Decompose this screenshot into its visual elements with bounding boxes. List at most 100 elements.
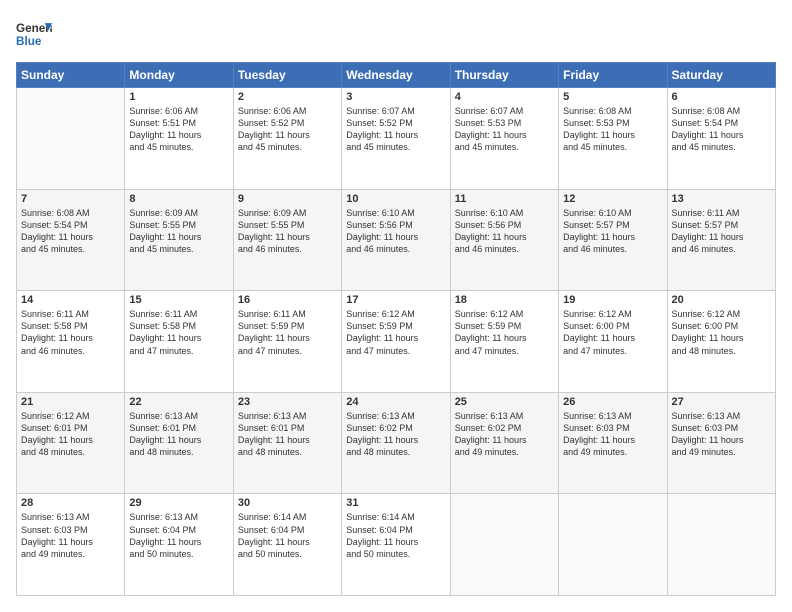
- day-info: Sunrise: 6:13 AM Sunset: 6:02 PM Dayligh…: [455, 410, 554, 459]
- calendar-day: 14Sunrise: 6:11 AM Sunset: 5:58 PM Dayli…: [17, 291, 125, 393]
- day-number: 9: [238, 193, 337, 205]
- calendar-week-4: 21 Sunrise: 6:12 AM Sunset: 6:01 PM Dayli…: [17, 392, 776, 494]
- calendar-day: 6Sunrise: 6:08 AM Sunset: 5:54 PM Daylig…: [667, 88, 775, 190]
- day-info: Sunrise: 6:13 AM Sunset: 6:03 PM Dayligh…: [21, 511, 120, 560]
- day-number: 8: [129, 193, 228, 205]
- day-info: Sunrise: 6:10 AM Sunset: 5:57 PM Dayligh…: [563, 207, 662, 256]
- day-number: 17: [346, 294, 445, 306]
- day-number: 30: [238, 497, 337, 509]
- calendar-header-tuesday: Tuesday: [233, 63, 341, 88]
- day-number: 31: [346, 497, 445, 509]
- day-info: Sunrise: 6:13 AM Sunset: 6:04 PM Dayligh…: [129, 511, 228, 560]
- day-number: 3: [346, 91, 445, 103]
- calendar-day: 31 Sunrise: 6:14 AM Sunset: 6:04 PM Dayli…: [342, 494, 450, 596]
- day-info: Sunrise: 6:12 AM Sunset: 6:01 PM Dayligh…: [21, 410, 120, 459]
- calendar-header-monday: Monday: [125, 63, 233, 88]
- day-info: Sunrise: 6:13 AM Sunset: 6:03 PM Dayligh…: [563, 410, 662, 459]
- day-number: 2: [238, 91, 337, 103]
- calendar-day: [17, 88, 125, 190]
- logo-icon: General Blue: [16, 16, 52, 52]
- calendar-day: 21 Sunrise: 6:12 AM Sunset: 6:01 PM Dayli…: [17, 392, 125, 494]
- calendar-day: 7 Sunrise: 6:08 AM Sunset: 5:54 PM Daylig…: [17, 189, 125, 291]
- calendar-header-thursday: Thursday: [450, 63, 558, 88]
- calendar-header-friday: Friday: [559, 63, 667, 88]
- calendar-header-saturday: Saturday: [667, 63, 775, 88]
- day-info: Sunrise: 6:12 AM Sunset: 6:00 PM Dayligh…: [563, 308, 662, 357]
- day-info: Sunrise: 6:06 AM Sunset: 5:52 PM Dayligh…: [238, 105, 337, 154]
- day-number: 12: [563, 193, 662, 205]
- day-number: 18: [455, 294, 554, 306]
- calendar-day: 15 Sunrise: 6:11 AM Sunset: 5:58 PM Dayli…: [125, 291, 233, 393]
- calendar-day: 16Sunrise: 6:11 AM Sunset: 5:59 PM Dayli…: [233, 291, 341, 393]
- day-number: 10: [346, 193, 445, 205]
- day-info: Sunrise: 6:13 AM Sunset: 6:01 PM Dayligh…: [238, 410, 337, 459]
- day-number: 15: [129, 294, 228, 306]
- calendar-day: 27Sunrise: 6:13 AM Sunset: 6:03 PM Dayli…: [667, 392, 775, 494]
- calendar-day: 9 Sunrise: 6:09 AM Sunset: 5:55 PM Daylig…: [233, 189, 341, 291]
- day-number: 11: [455, 193, 554, 205]
- calendar-day: 3 Sunrise: 6:07 AM Sunset: 5:52 PM Daylig…: [342, 88, 450, 190]
- day-info: Sunrise: 6:07 AM Sunset: 5:52 PM Dayligh…: [346, 105, 445, 154]
- day-info: Sunrise: 6:08 AM Sunset: 5:54 PM Dayligh…: [21, 207, 120, 256]
- day-info: Sunrise: 6:12 AM Sunset: 6:00 PM Dayligh…: [672, 308, 771, 357]
- calendar-week-5: 28 Sunrise: 6:13 AM Sunset: 6:03 PM Dayli…: [17, 494, 776, 596]
- calendar-day: 22 Sunrise: 6:13 AM Sunset: 6:01 PM Dayli…: [125, 392, 233, 494]
- day-number: 28: [21, 497, 120, 509]
- day-number: 24: [346, 396, 445, 408]
- day-info: Sunrise: 6:09 AM Sunset: 5:55 PM Dayligh…: [238, 207, 337, 256]
- logo: General Blue: [16, 16, 56, 52]
- day-number: 19: [563, 294, 662, 306]
- day-info: Sunrise: 6:11 AM Sunset: 5:57 PM Dayligh…: [672, 207, 771, 256]
- day-number: 4: [455, 91, 554, 103]
- calendar-day: 29 Sunrise: 6:13 AM Sunset: 6:04 PM Dayli…: [125, 494, 233, 596]
- day-info: Sunrise: 6:08 AM Sunset: 5:53 PM Dayligh…: [563, 105, 662, 154]
- header: General Blue: [16, 16, 776, 52]
- calendar-day: 10 Sunrise: 6:10 AM Sunset: 5:56 PM Dayli…: [342, 189, 450, 291]
- calendar-week-2: 7 Sunrise: 6:08 AM Sunset: 5:54 PM Daylig…: [17, 189, 776, 291]
- calendar-day: 1 Sunrise: 6:06 AM Sunset: 5:51 PM Daylig…: [125, 88, 233, 190]
- calendar-day: 28 Sunrise: 6:13 AM Sunset: 6:03 PM Dayli…: [17, 494, 125, 596]
- day-number: 25: [455, 396, 554, 408]
- page: General Blue SundayMondayTuesdayWednesda…: [0, 0, 792, 612]
- day-info: Sunrise: 6:09 AM Sunset: 5:55 PM Dayligh…: [129, 207, 228, 256]
- day-number: 7: [21, 193, 120, 205]
- day-info: Sunrise: 6:13 AM Sunset: 6:02 PM Dayligh…: [346, 410, 445, 459]
- calendar-header-row: SundayMondayTuesdayWednesdayThursdayFrid…: [17, 63, 776, 88]
- day-info: Sunrise: 6:12 AM Sunset: 5:59 PM Dayligh…: [455, 308, 554, 357]
- calendar-day: 4 Sunrise: 6:07 AM Sunset: 5:53 PM Daylig…: [450, 88, 558, 190]
- day-number: 20: [672, 294, 771, 306]
- day-info: Sunrise: 6:06 AM Sunset: 5:51 PM Dayligh…: [129, 105, 228, 154]
- calendar-week-3: 14Sunrise: 6:11 AM Sunset: 5:58 PM Dayli…: [17, 291, 776, 393]
- day-info: Sunrise: 6:12 AM Sunset: 5:59 PM Dayligh…: [346, 308, 445, 357]
- day-info: Sunrise: 6:07 AM Sunset: 5:53 PM Dayligh…: [455, 105, 554, 154]
- day-info: Sunrise: 6:11 AM Sunset: 5:59 PM Dayligh…: [238, 308, 337, 357]
- svg-text:Blue: Blue: [16, 35, 42, 48]
- calendar-day: 24 Sunrise: 6:13 AM Sunset: 6:02 PM Dayli…: [342, 392, 450, 494]
- day-number: 29: [129, 497, 228, 509]
- day-number: 1: [129, 91, 228, 103]
- calendar-day: [450, 494, 558, 596]
- day-info: Sunrise: 6:11 AM Sunset: 5:58 PM Dayligh…: [129, 308, 228, 357]
- calendar-week-1: 1 Sunrise: 6:06 AM Sunset: 5:51 PM Daylig…: [17, 88, 776, 190]
- day-info: Sunrise: 6:13 AM Sunset: 6:01 PM Dayligh…: [129, 410, 228, 459]
- day-number: 21: [21, 396, 120, 408]
- day-info: Sunrise: 6:14 AM Sunset: 6:04 PM Dayligh…: [346, 511, 445, 560]
- calendar-day: [559, 494, 667, 596]
- calendar-day: 5Sunrise: 6:08 AM Sunset: 5:53 PM Daylig…: [559, 88, 667, 190]
- day-info: Sunrise: 6:08 AM Sunset: 5:54 PM Dayligh…: [672, 105, 771, 154]
- calendar-day: 23 Sunrise: 6:13 AM Sunset: 6:01 PM Dayli…: [233, 392, 341, 494]
- day-info: Sunrise: 6:11 AM Sunset: 5:58 PM Dayligh…: [21, 308, 120, 357]
- day-info: Sunrise: 6:10 AM Sunset: 5:56 PM Dayligh…: [455, 207, 554, 256]
- day-number: 22: [129, 396, 228, 408]
- day-number: 27: [672, 396, 771, 408]
- day-number: 23: [238, 396, 337, 408]
- calendar-day: 11 Sunrise: 6:10 AM Sunset: 5:56 PM Dayli…: [450, 189, 558, 291]
- calendar-day: 12 Sunrise: 6:10 AM Sunset: 5:57 PM Dayli…: [559, 189, 667, 291]
- calendar-header-sunday: Sunday: [17, 63, 125, 88]
- calendar-day: 8 Sunrise: 6:09 AM Sunset: 5:55 PM Daylig…: [125, 189, 233, 291]
- day-info: Sunrise: 6:10 AM Sunset: 5:56 PM Dayligh…: [346, 207, 445, 256]
- calendar-day: 17 Sunrise: 6:12 AM Sunset: 5:59 PM Dayli…: [342, 291, 450, 393]
- calendar-day: 26Sunrise: 6:13 AM Sunset: 6:03 PM Dayli…: [559, 392, 667, 494]
- day-info: Sunrise: 6:14 AM Sunset: 6:04 PM Dayligh…: [238, 511, 337, 560]
- day-number: 13: [672, 193, 771, 205]
